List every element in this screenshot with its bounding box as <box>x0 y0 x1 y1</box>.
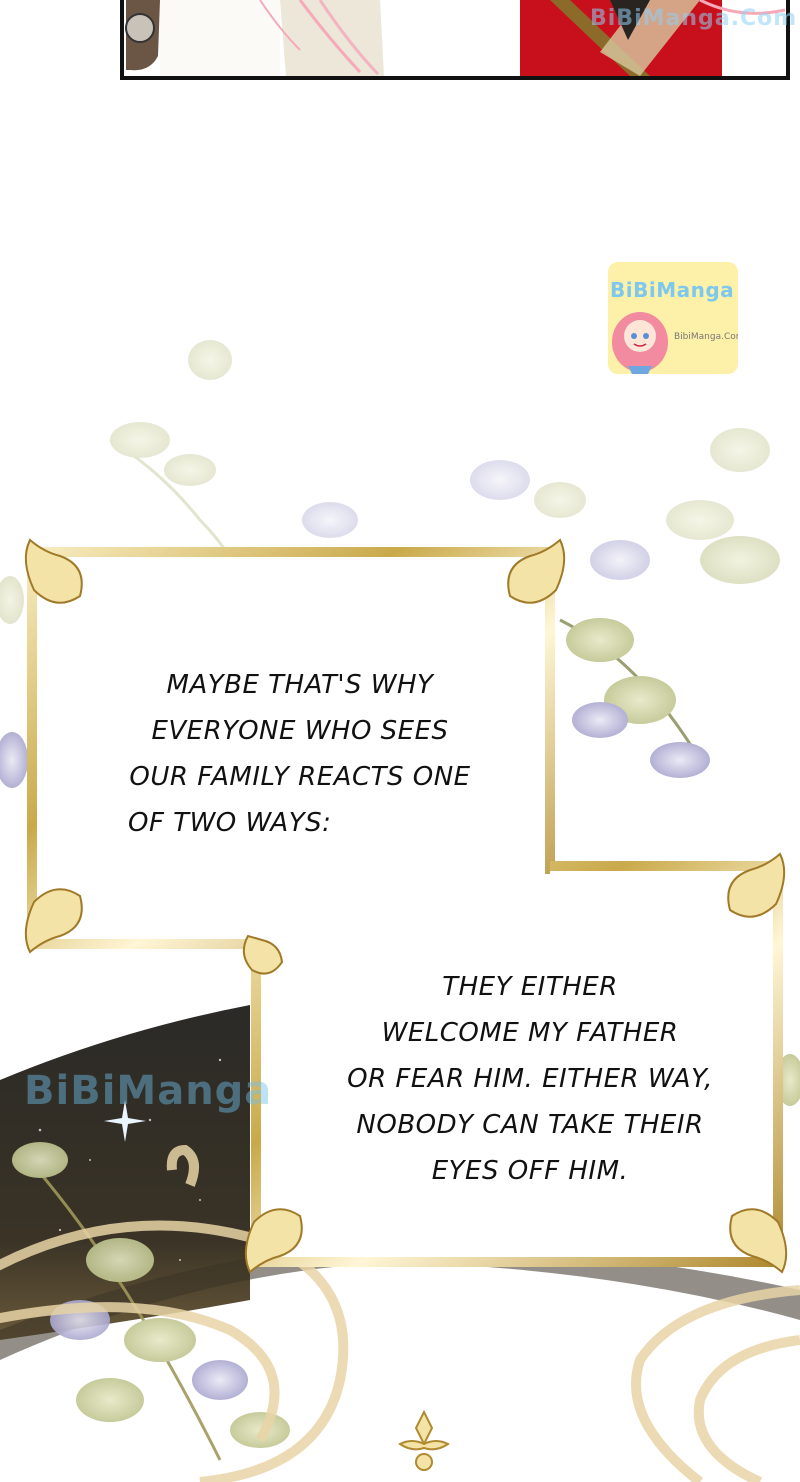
site-badge: BiBiManga BibiManga.Com <box>608 262 738 374</box>
cross-ornament <box>398 1409 450 1471</box>
narration-text-2: THEY EITHER WELCOME MY FATHER OR FEAR HI… <box>300 964 760 1194</box>
narration-line: WELCOME MY FATHER <box>381 1018 679 1048</box>
narration-line: OF TWO WAYS: <box>128 808 332 838</box>
narration-text-1: MAYBE THAT'S WHY EVERYONE WHO SEES OUR F… <box>60 662 540 846</box>
narration-line: MAYBE THAT'S WHY <box>166 670 434 700</box>
watermark-top: BiBiManga.Com <box>590 6 798 31</box>
narration-line: NOBODY CAN TAKE THEIR <box>356 1110 704 1140</box>
mascot-avatar-icon <box>612 312 668 374</box>
narration-line: THEY EITHER <box>442 972 618 1002</box>
narration-line: EYES OFF HIM. <box>431 1156 629 1186</box>
badge-subtitle: BibiManga.Com <box>674 332 738 342</box>
watermark-middle: BiBiManga <box>24 1068 273 1114</box>
narration-line: EVERYONE WHO SEES <box>151 716 449 746</box>
narration-line: OUR FAMILY REACTS ONE <box>129 762 471 792</box>
narration-line: OR FEAR HIM. EITHER WAY, <box>347 1064 713 1094</box>
